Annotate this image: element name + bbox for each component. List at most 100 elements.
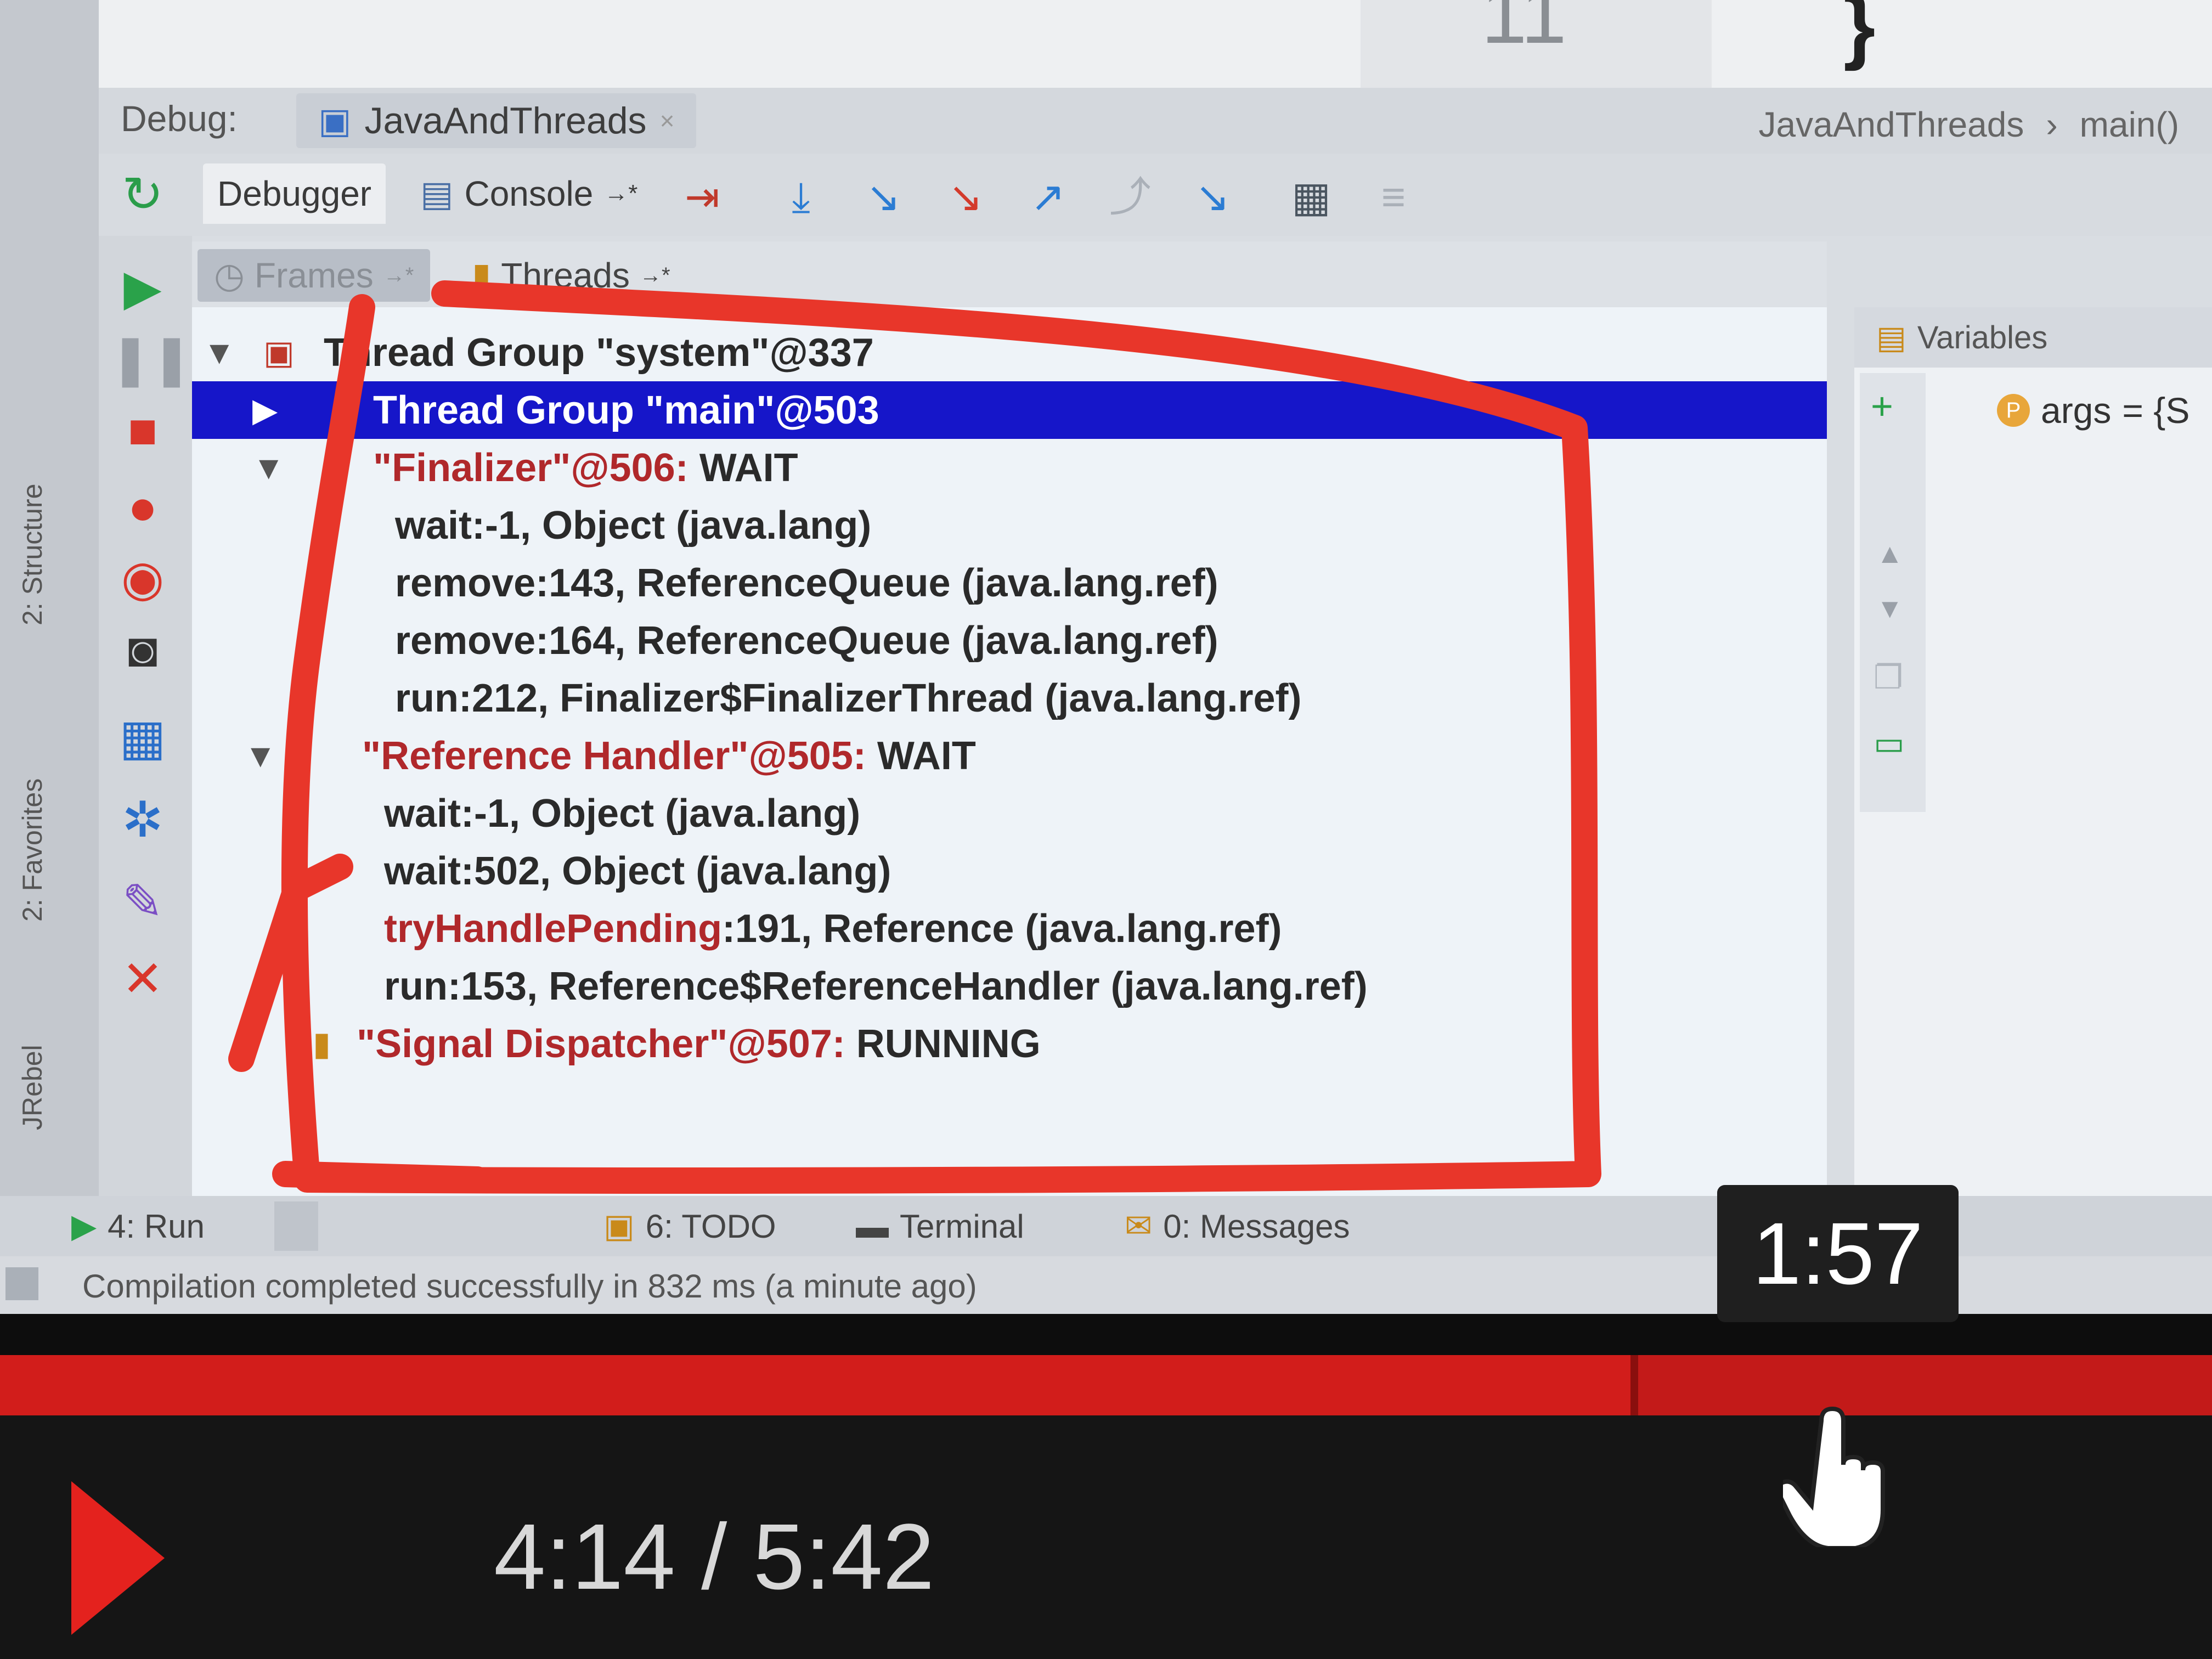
drop-frame-icon[interactable]: ⤴ [1108, 176, 1152, 219]
play-button[interactable] [71, 1481, 165, 1635]
tree-row[interactable]: run:153, Reference$ReferenceHandler (jav… [192, 957, 1827, 1015]
chevron-down-icon[interactable]: ▼ [244, 737, 276, 775]
rerun-icon[interactable]: ↻ [104, 159, 181, 230]
settings-icon[interactable]: ✲ [110, 790, 176, 850]
tab-debugger[interactable]: Debugger [203, 163, 386, 224]
trace-icon[interactable]: ≡ [1372, 176, 1415, 219]
tab-todo[interactable]: ▣ 6: TODO [603, 1201, 776, 1251]
variable-value: = {S [2122, 390, 2190, 431]
tree-row[interactable]: ▮ "Signal Dispatcher"@507: RUNNING [192, 1015, 1827, 1073]
frame-label: run:212, Finalizer$FinalizerThread (java… [395, 676, 1302, 720]
tab-todo-label: 6: TODO [645, 1207, 776, 1245]
frame-label: wait:-1, Object (java.lang) [384, 791, 861, 836]
step-out-icon[interactable]: ↗ [1026, 176, 1070, 219]
progress-hover-marker [1630, 1355, 1638, 1415]
ide-screen: 11 } Debug: ▣ JavaAndThreads × JavaAndTh… [0, 0, 2212, 1314]
tree-row[interactable]: wait:502, Object (java.lang) [192, 842, 1827, 900]
chevron-down-icon[interactable]: ▼ [203, 334, 235, 371]
frame-label: wait:-1, Object (java.lang) [395, 503, 872, 548]
tree-row[interactable]: remove:143, ReferenceQueue (java.lang.re… [192, 554, 1827, 612]
tree-row-selected[interactable]: ▶ Thread Group "main"@503 [192, 381, 1827, 439]
frame-rest: :191, Reference (java.lang.ref) [722, 906, 1282, 951]
tree-row[interactable]: tryHandlePending:191, Reference (java.la… [192, 900, 1827, 957]
frames-threads-tabs: ◷ Frames →* ▮ Threads →* [192, 241, 1827, 307]
threads-icon: ▮ [472, 255, 492, 295]
copy-icon[interactable]: ❐ [1874, 658, 1903, 697]
run-to-cursor-icon[interactable]: ↘ [1190, 176, 1234, 219]
resume-icon[interactable]: ▶ [110, 258, 176, 318]
close-icon[interactable]: × [660, 106, 675, 136]
step-into-icon[interactable]: ↘ [861, 176, 905, 219]
breadcrumb: JavaAndThreads › main() [1759, 104, 2180, 145]
breadcrumb-separator: › [2046, 105, 2058, 144]
thread-group-icon: ▣ [263, 334, 295, 371]
progress-remaining [1630, 1355, 2212, 1415]
run-icon: ▶ [71, 1207, 97, 1244]
status-message: Compilation completed successfully in 83… [82, 1268, 977, 1305]
pause-icon[interactable]: ❚❚ [110, 329, 193, 390]
jrebel-tab[interactable]: JRebel [16, 1045, 48, 1130]
tab-debug[interactable] [274, 1201, 318, 1251]
breadcrumb-method[interactable]: main() [2080, 104, 2179, 145]
tab-terminal[interactable]: ▬ Terminal [856, 1201, 1024, 1251]
tree-row[interactable]: remove:164, ReferenceQueue (java.lang.re… [192, 612, 1827, 669]
tree-row[interactable]: wait:-1, Object (java.lang) [192, 496, 1827, 554]
time-display: 4:14 / 5:42 [494, 1505, 935, 1609]
stop-icon[interactable]: ■ [110, 400, 176, 461]
force-step-into-icon[interactable]: ↘ [944, 176, 988, 219]
status-toggle-icon[interactable] [5, 1267, 38, 1300]
restore-icon[interactable]: ▭ [1874, 724, 1905, 763]
chevron-down-icon[interactable]: ▼ [252, 449, 285, 487]
console-icon: ▤ [420, 173, 454, 213]
evaluate-expression-icon[interactable]: ▦ [1289, 176, 1333, 219]
debug-session-tab[interactable]: ▣ JavaAndThreads × [296, 93, 697, 148]
pin-tab-icon[interactable]: ✎ [110, 872, 176, 933]
close-session-icon[interactable]: ✕ [110, 949, 176, 1009]
get-thread-dump-icon[interactable]: ◙ [110, 620, 176, 680]
variables-icon: ▤ [1876, 320, 1906, 356]
variable-row[interactable]: P args = {S [1997, 390, 2190, 431]
tab-run-label: 4: Run [108, 1207, 205, 1245]
thread-state: WAIT [877, 733, 976, 778]
add-watch-icon[interactable]: + [1871, 384, 1893, 428]
tab-messages[interactable]: ✉ 0: Messages [1125, 1201, 1350, 1251]
tab-console[interactable]: ▤ Console →* [406, 163, 652, 224]
tab-frames[interactable]: ◷ Frames →* [198, 249, 431, 302]
tab-messages-label: 0: Messages [1163, 1207, 1350, 1245]
favorites-tab[interactable]: 2: Favorites [16, 778, 48, 922]
frames-icon: ◷ [214, 255, 245, 295]
structure-tab[interactable]: 2: Structure [16, 484, 48, 625]
mute-breakpoints-icon[interactable]: ◉ [110, 549, 176, 609]
terminal-icon: ▬ [856, 1207, 889, 1245]
debug-side-actions: ▶ ❚❚ ■ ● ◉ ◙ ▦ ✲ ✎ ✕ [99, 236, 193, 1196]
frame-label: remove:164, ReferenceQueue (java.lang.re… [395, 618, 1218, 663]
tree-row[interactable]: ▼ ▣ Thread Group "system"@337 [192, 324, 1827, 381]
step-over-icon[interactable]: ⤓ [779, 176, 823, 219]
view-breakpoints-icon[interactable]: ● [110, 477, 176, 538]
thread-name: "Signal Dispatcher"@507: [357, 1022, 845, 1066]
pin-icon: →* [640, 263, 670, 287]
tab-run[interactable]: ▶ 4: Run [71, 1201, 205, 1251]
restore-layout-icon[interactable]: ▦ [110, 708, 176, 768]
show-execution-point-icon[interactable]: ⇥ [680, 176, 724, 219]
tree-row-label: Thread Group "main"@503 [373, 388, 879, 432]
arrow-down-icon[interactable]: ▼ [1876, 592, 1904, 624]
arrow-up-icon[interactable]: ▲ [1876, 538, 1904, 569]
breadcrumb-class[interactable]: JavaAndThreads [1759, 104, 2024, 145]
tree-row[interactable]: ▼ "Reference Handler"@505: WAIT [192, 727, 1827, 785]
tab-threads[interactable]: ▮ Threads →* [455, 249, 687, 302]
chevron-right-icon[interactable]: ▶ [252, 391, 278, 430]
messages-icon: ✉ [1125, 1207, 1153, 1244]
pin-icon[interactable]: →* [604, 180, 637, 207]
editor-area: 11 } [99, 0, 2212, 88]
pin-icon: →* [383, 263, 414, 287]
frame-label: run:153, Reference$ReferenceHandler (jav… [384, 964, 1368, 1008]
tab-threads-label: Threads [501, 256, 630, 295]
hover-time-tooltip: 1:57 [1717, 1185, 1959, 1322]
frame-label: wait:502, Object (java.lang) [384, 849, 891, 893]
tree-row[interactable]: ▼ "Finalizer"@506: WAIT [192, 439, 1827, 496]
tab-frames-label: Frames [254, 256, 374, 295]
tree-row[interactable]: run:212, Finalizer$FinalizerThread (java… [192, 669, 1827, 727]
tree-row[interactable]: wait:-1, Object (java.lang) [192, 785, 1827, 842]
thread-icon: ▮ [313, 1025, 331, 1062]
